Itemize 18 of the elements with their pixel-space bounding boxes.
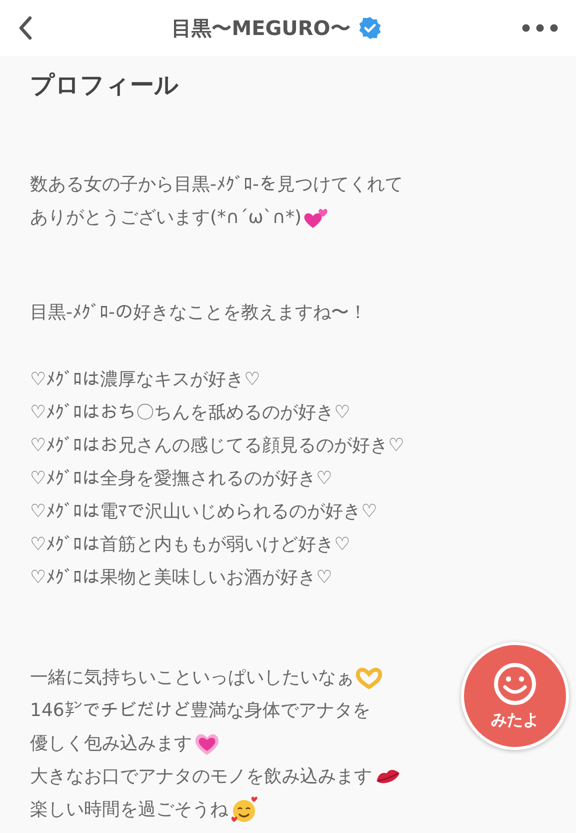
profile-text: ♡ﾒｸﾞﾛは果物と美味しいお酒が好き♡ <box>30 566 332 590</box>
profile-text: 目黒-ﾒｸﾞﾛ-の好きなことを教えますね〜！ <box>30 300 367 324</box>
profile-text: 一緒に気持ちいこといっぱいしたいなぁ <box>30 666 354 690</box>
mitayo-button[interactable]: みたよ <box>461 642 569 750</box>
profile-text: 数ある女の子から目黒-ﾒｸﾞﾛ-を見つけてくれて <box>30 172 403 196</box>
profile-text: 大きなお口でアナタのモノを飲み込みます <box>30 764 372 788</box>
profile-text: ♡ﾒｸﾞﾛはおち〇ちんを舐めるのが好き♡ <box>30 400 350 424</box>
profile-text: ♡ﾒｸﾞﾛは電ﾏで沢山いじめられるのが好き♡ <box>30 500 378 524</box>
profile-text: 146㌢でチビだけど豊満な身体でアナタを <box>30 698 370 722</box>
profile-text: 楽しい時間を過ごそうね <box>30 798 228 822</box>
profile-text: ♡ﾒｸﾞﾛは濃厚なキスが好き♡ <box>30 368 260 392</box>
profile-text: 優しく包み込みます <box>30 732 192 756</box>
profile-text: ♡ﾒｸﾞﾛは首筋と内ももが弱いけど好き♡ <box>30 532 350 556</box>
page-title: 目黒〜MEGURO〜 <box>172 14 350 42</box>
profile-text: ありがとうございます(*∩´ω`∩*) <box>30 206 302 230</box>
profile-text: ♡ﾒｸﾞﾛはお兄さんの感じてる顔見るのが好き♡ <box>30 434 404 458</box>
profile-text: ♡ﾒｸﾞﾛは全身を愛撫されるのが好き♡ <box>30 466 332 490</box>
section-heading: プロフィール <box>30 70 180 101</box>
